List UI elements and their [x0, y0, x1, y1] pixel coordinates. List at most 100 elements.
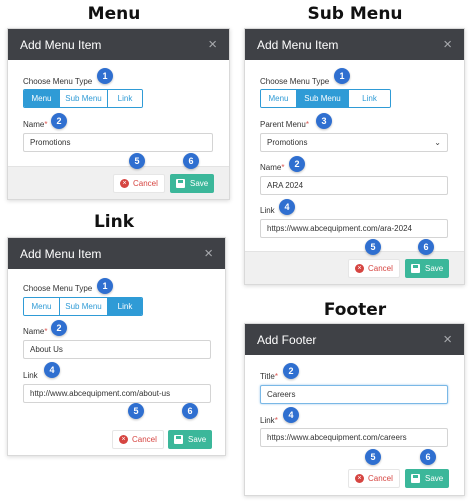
menu-type-menu[interactable]: Menu — [261, 90, 297, 107]
link-input-value: https://www.abcequipment.com/ara-2024 — [267, 224, 412, 233]
name-label-text: Name — [260, 163, 282, 172]
step-badge-6: 6 — [183, 153, 199, 169]
required-mark: * — [281, 163, 285, 172]
menu-type-sub-menu[interactable]: Sub Menu — [297, 90, 349, 107]
step-badge-2: 2 — [51, 113, 67, 129]
dialog-footer: × Cancel Save — [245, 462, 464, 495]
link-label: Link — [23, 371, 38, 380]
step-badge-2: 2 — [283, 363, 299, 379]
parent-menu-label: Parent Menu* — [260, 120, 309, 129]
link-input[interactable]: http://www.abcequipment.com/about-us — [23, 384, 211, 403]
cancel-button[interactable]: × Cancel — [348, 259, 400, 278]
close-icon[interactable]: × — [443, 332, 452, 347]
menu-type-menu[interactable]: Menu — [24, 298, 60, 315]
add-footer-dialog: Add Footer × Title* Careers Link* https:… — [244, 323, 465, 496]
step-badge-6: 6 — [182, 403, 198, 419]
required-mark: * — [44, 327, 48, 336]
cancel-button[interactable]: × Cancel — [112, 430, 164, 449]
name-label: Name* — [23, 120, 47, 129]
add-menu-item-dialog-link: Add Menu Item × Choose Menu Type Menu Su… — [7, 237, 226, 456]
title-label: Title* — [260, 372, 278, 381]
step-badge-2: 2 — [51, 320, 67, 336]
step-badge-4: 4 — [44, 362, 60, 378]
floppy-disk-icon — [174, 435, 183, 444]
name-input[interactable]: ARA 2024 — [260, 176, 448, 195]
step-badge-6: 6 — [418, 239, 434, 255]
required-mark: * — [274, 372, 278, 381]
step-badge-5: 5 — [365, 449, 381, 465]
menu-type-link[interactable]: Link — [108, 298, 142, 315]
step-badge-4: 4 — [283, 407, 299, 423]
menu-type-sub-menu[interactable]: Sub Menu — [60, 90, 108, 107]
link-label: Link* — [260, 416, 278, 425]
dialog-footer: × Cancel Save — [8, 166, 229, 199]
save-button[interactable]: Save — [168, 430, 213, 449]
x-circle-icon: × — [355, 474, 364, 483]
menu-type-menu[interactable]: Menu — [24, 90, 60, 107]
title-label-text: Title — [260, 372, 275, 381]
x-circle-icon: × — [120, 179, 129, 188]
dialog-header: Add Menu Item × — [8, 238, 225, 269]
floppy-disk-icon — [411, 264, 420, 273]
dialog-title: Add Footer — [257, 332, 317, 347]
close-icon[interactable]: × — [443, 37, 452, 52]
required-mark: * — [44, 120, 48, 129]
floppy-disk-icon — [411, 474, 420, 483]
floppy-disk-icon — [176, 179, 185, 188]
title-input[interactable]: Careers — [260, 385, 448, 404]
save-button-label: Save — [425, 264, 444, 273]
link-label-text: Link — [260, 416, 275, 425]
close-icon[interactable]: × — [204, 246, 213, 261]
step-badge-4: 4 — [279, 199, 295, 215]
cancel-button-label: Cancel — [132, 435, 157, 444]
required-mark: * — [305, 120, 309, 129]
name-label: Name* — [23, 327, 47, 336]
link-input[interactable]: https://www.abcequipment.com/careers — [260, 428, 448, 447]
menu-type-segmented-control: Menu Sub Menu Link — [23, 297, 143, 316]
menu-type-link[interactable]: Link — [108, 90, 142, 107]
link-input-value: https://www.abcequipment.com/careers — [267, 433, 407, 442]
chevron-down-icon: ⌄ — [434, 138, 441, 147]
parent-menu-label-text: Parent Menu — [260, 120, 306, 129]
dialog-title: Add Menu Item — [257, 37, 339, 52]
step-badge-5: 5 — [129, 153, 145, 169]
add-menu-item-dialog-menu: Add Menu Item × Choose Menu Type Menu Su… — [7, 28, 230, 200]
cancel-button[interactable]: × Cancel — [348, 469, 400, 488]
menu-type-segmented-control: Menu Sub Menu Link — [260, 89, 391, 108]
name-input-value: About Us — [30, 345, 63, 354]
dialog-footer: × Cancel Save — [8, 422, 225, 455]
parent-menu-value: Promotions — [267, 138, 308, 147]
section-title-sub-menu: Sub Menu — [307, 4, 403, 24]
step-badge-6: 6 — [420, 449, 436, 465]
step-badge-1: 1 — [334, 68, 350, 84]
menu-type-sub-menu[interactable]: Sub Menu — [60, 298, 108, 315]
name-input[interactable]: Promotions — [23, 133, 213, 152]
dialog-footer: × Cancel Save — [245, 251, 464, 284]
save-button[interactable]: Save — [405, 469, 450, 488]
cancel-button[interactable]: × Cancel — [113, 174, 165, 193]
name-label-text: Name — [23, 120, 45, 129]
link-label: Link — [260, 206, 275, 215]
close-icon[interactable]: × — [208, 37, 217, 52]
step-badge-2: 2 — [289, 156, 305, 172]
step-badge-5: 5 — [128, 403, 144, 419]
x-circle-icon: × — [119, 435, 128, 444]
cancel-button-label: Cancel — [368, 264, 393, 273]
required-mark: * — [274, 416, 278, 425]
parent-menu-select[interactable]: Promotions ⌄ — [260, 133, 448, 152]
save-button[interactable]: Save — [170, 174, 215, 193]
name-input-value: Promotions — [30, 138, 71, 147]
dialog-title: Add Menu Item — [20, 246, 102, 261]
name-input-value: ARA 2024 — [267, 181, 304, 190]
save-button[interactable]: Save — [405, 259, 450, 278]
save-button-label: Save — [190, 179, 209, 188]
section-title-menu: Menu — [87, 4, 141, 24]
name-input[interactable]: About Us — [23, 340, 211, 359]
step-badge-5: 5 — [365, 239, 381, 255]
menu-type-link[interactable]: Link — [349, 90, 390, 107]
save-button-label: Save — [425, 474, 444, 483]
choose-menu-type-label: Choose Menu Type — [23, 284, 93, 293]
dialog-header: Add Menu Item × — [245, 29, 464, 60]
dialog-title: Add Menu Item — [20, 37, 102, 52]
link-input[interactable]: https://www.abcequipment.com/ara-2024 — [260, 219, 448, 238]
